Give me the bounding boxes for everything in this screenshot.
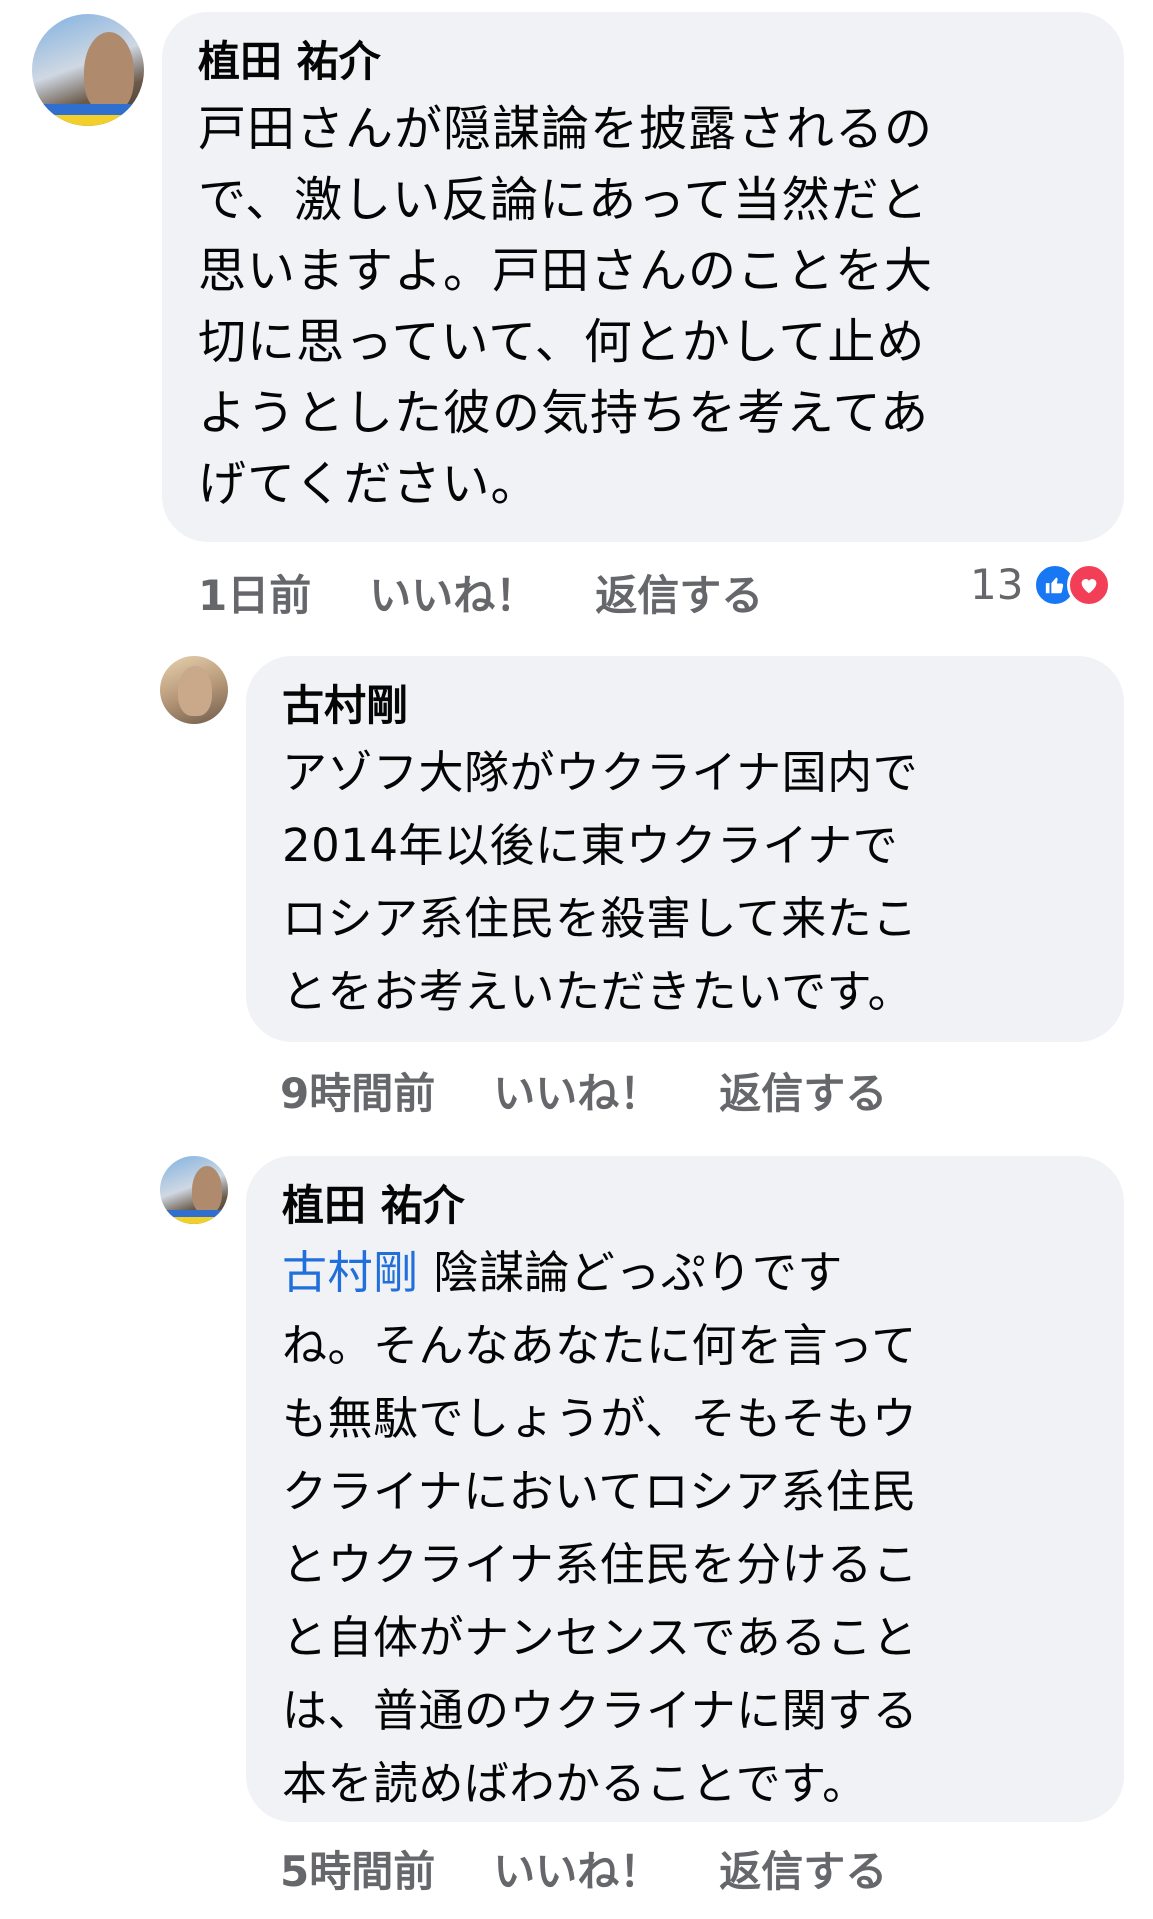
avatar[interactable]: [160, 656, 228, 724]
like-button[interactable]: いいね！: [493, 1060, 661, 1121]
avatar[interactable]: [160, 1156, 228, 1224]
love-icon: [1067, 562, 1112, 607]
comment-text-first-line: 古村剛 陰謀論どっぷりです: [282, 1236, 1088, 1309]
comment-author[interactable]: 植田 祐介: [282, 1180, 1088, 1232]
comment-text: ね。そんなあなたに何を言って も無駄でしょうが、そもそもウ クライナにおいてロシ…: [282, 1319, 919, 1810]
comment-author[interactable]: 植田 祐介: [198, 36, 1088, 88]
comment-timestamp[interactable]: 1日前: [198, 562, 311, 623]
avatar[interactable]: [32, 14, 144, 126]
mention-link[interactable]: 古村剛: [282, 1246, 419, 1299]
comment-timestamp[interactable]: 9時間前: [280, 1060, 435, 1121]
comment-bubble: 植田 祐介 戸田さんが隠謀論を披露されるの で、激しい反論にあって当然だと 思い…: [162, 12, 1124, 542]
reply-button[interactable]: 返信する: [719, 1838, 887, 1899]
comment-text-start: 陰謀論どっぷりです: [418, 1246, 843, 1299]
comment-text: 戸田さんが隠謀論を披露されるの で、激しい反論にあって当然だと 思いますよ。戸田…: [198, 101, 934, 512]
comment-bubble: 古村剛 アゾフ大隊がウクライナ国内で 2014年以後に東ウクライナで ロシア系住…: [246, 656, 1124, 1042]
reaction-count: 13: [970, 560, 1024, 609]
reaction-summary[interactable]: 13: [970, 560, 1112, 609]
comment-bubble: 植田 祐介 古村剛 陰謀論どっぷりです ね。そんなあなたに何を言って も無駄でし…: [246, 1156, 1124, 1822]
comment-timestamp[interactable]: 5時間前: [280, 1838, 435, 1899]
comment-author[interactable]: 古村剛: [282, 680, 1088, 732]
like-button[interactable]: いいね！: [493, 1838, 661, 1899]
like-button[interactable]: いいね！: [369, 562, 537, 623]
comment-actions: 5時間前 いいね！ 返信する: [280, 1838, 887, 1899]
comment-actions: 1日前 いいね！ 返信する: [198, 562, 763, 623]
reply-button[interactable]: 返信する: [719, 1060, 887, 1121]
comment-actions: 9時間前 いいね！ 返信する: [280, 1060, 887, 1121]
reply-button[interactable]: 返信する: [595, 562, 763, 623]
comment-text: アゾフ大隊がウクライナ国内で 2014年以後に東ウクライナで ロシア系住民を殺害…: [282, 746, 919, 1018]
